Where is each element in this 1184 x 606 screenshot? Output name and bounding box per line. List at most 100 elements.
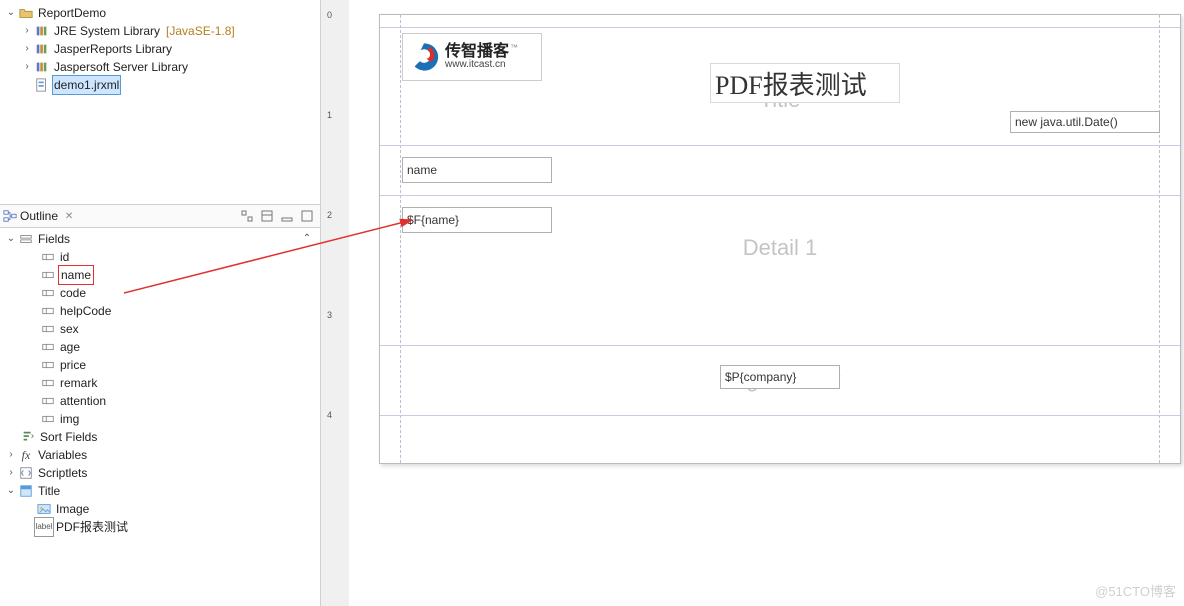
report-file[interactable]: demo1.jrxml	[0, 76, 320, 94]
jrxml-icon	[34, 77, 50, 93]
field-name[interactable]: name	[0, 266, 320, 284]
sort-icon	[20, 429, 36, 445]
scriptlets-label: Scriptlets	[36, 464, 89, 482]
title-band[interactable]: Title 传智播客 ™ www.itcast.cn	[400, 27, 1160, 145]
image-icon	[36, 501, 52, 517]
vertical-ruler: 0 1 2 3 4	[321, 0, 350, 606]
title-band-label: Title	[36, 482, 62, 500]
title-label-node[interactable]: label PDF报表测试	[0, 518, 320, 536]
library-icon	[34, 23, 50, 39]
field-helpCode[interactable]: helpCode	[0, 302, 320, 320]
page-footer-band[interactable]: Page Footer $P{company}	[400, 351, 1160, 411]
logo-en-text: www.itcast.cn	[445, 60, 518, 70]
jre-library[interactable]: › JRE System Library [JavaSE-1.8]	[0, 22, 320, 40]
fields-label: Fields	[36, 230, 72, 248]
report-designer: 0 1 2 3 4 Title	[321, 0, 1184, 606]
design-canvas[interactable]: Title 传智播客 ™ www.itcast.cn	[349, 0, 1184, 606]
header-cell-name[interactable]: name	[402, 157, 552, 183]
variables-node[interactable]: › fx Variables	[0, 446, 320, 464]
scriptlets-node[interactable]: › Scriptlets	[0, 464, 320, 482]
jre-extra: [JavaSE-1.8]	[166, 22, 235, 40]
expand-icon[interactable]: ›	[20, 22, 34, 40]
expand-icon[interactable]: ›	[4, 446, 18, 464]
field-label: img	[58, 410, 81, 428]
report-page[interactable]: Title 传智播客 ™ www.itcast.cn	[379, 14, 1181, 464]
fields-node[interactable]: ⌄ Fields ⌃	[0, 230, 320, 248]
field-img[interactable]: img	[0, 410, 320, 428]
report-title-text[interactable]: PDF报表测试	[710, 63, 900, 103]
trademark-icon: ™	[510, 44, 518, 52]
outline-header: Outline ✕	[0, 204, 320, 228]
jre-label: JRE System Library	[52, 22, 162, 40]
maximize-icon[interactable]	[298, 207, 316, 225]
watermark-text: @51CTO博客	[1095, 581, 1176, 600]
outline-title: Outline	[20, 209, 58, 223]
outline-tree[interactable]: ⌄ Fields ⌃ idnamecodehelpCodesexageprice…	[0, 228, 320, 606]
server-lib-label: Jaspersoft Server Library	[52, 58, 190, 76]
field-icon	[40, 285, 56, 301]
sort-fields-node[interactable]: Sort Fields	[0, 428, 320, 446]
variables-icon: fx	[18, 447, 34, 463]
field-price[interactable]: price	[0, 356, 320, 374]
field-icon	[40, 267, 56, 283]
library-icon	[34, 59, 50, 75]
field-code[interactable]: code	[0, 284, 320, 302]
field-label: name	[58, 265, 94, 285]
column-header-band[interactable]: name	[400, 151, 1160, 191]
field-label: code	[58, 284, 88, 302]
expand-icon[interactable]: ⌄	[4, 230, 18, 248]
field-label: age	[58, 338, 82, 356]
field-remark[interactable]: remark	[0, 374, 320, 392]
library-icon	[34, 41, 50, 57]
expand-icon[interactable]: ›	[4, 464, 18, 482]
field-icon	[40, 303, 56, 319]
field-attention[interactable]: attention	[0, 392, 320, 410]
field-label: attention	[58, 392, 108, 410]
band-label-detail: Detail 1	[743, 235, 818, 261]
logo-swirl-icon	[407, 40, 441, 74]
fields-icon	[18, 231, 34, 247]
minimize-icon[interactable]	[278, 207, 296, 225]
project-root[interactable]: ⌄ ReportDemo	[0, 4, 320, 22]
field-label: helpCode	[58, 302, 113, 320]
logo-image[interactable]: 传智播客 ™ www.itcast.cn	[402, 33, 542, 81]
variables-label: Variables	[36, 446, 89, 464]
field-icon	[40, 393, 56, 409]
outline-icon	[2, 208, 18, 224]
jasper-library[interactable]: › JasperReports Library	[0, 40, 320, 58]
detail-band[interactable]: Detail 1 $F{name}	[400, 195, 1160, 345]
title-image-node[interactable]: Image	[0, 500, 320, 518]
project-icon	[18, 5, 34, 21]
title-label-text: PDF报表测试	[54, 518, 130, 536]
toolbar-button[interactable]	[258, 207, 276, 225]
expand-icon[interactable]: ›	[20, 58, 34, 76]
field-age[interactable]: age	[0, 338, 320, 356]
sort-fields-label: Sort Fields	[38, 428, 99, 446]
field-icon	[40, 411, 56, 427]
project-explorer[interactable]: ⌄ ReportDemo › JRE System Library [JavaS…	[0, 0, 320, 204]
field-label: price	[58, 356, 88, 374]
field-sex[interactable]: sex	[0, 320, 320, 338]
band-icon	[18, 483, 34, 499]
logo-cn-text: 传智播客	[445, 44, 509, 60]
title-image-label: Image	[54, 500, 91, 518]
field-name-expr[interactable]: $F{name}	[402, 207, 552, 233]
project-root-label: ReportDemo	[36, 4, 108, 22]
company-expression[interactable]: $P{company}	[720, 365, 840, 389]
date-expression[interactable]: new java.util.Date()	[1010, 111, 1160, 133]
field-label: sex	[58, 320, 81, 338]
scriptlets-icon	[18, 465, 34, 481]
title-band-node[interactable]: ⌄ Title	[0, 482, 320, 500]
field-icon	[40, 339, 56, 355]
close-icon[interactable]: ✕	[60, 207, 78, 225]
toolbar-button[interactable]	[238, 207, 256, 225]
field-icon	[40, 375, 56, 391]
expand-icon[interactable]: ⌄	[4, 4, 18, 22]
field-icon	[40, 249, 56, 265]
field-id[interactable]: id	[0, 248, 320, 266]
left-panel: ⌄ ReportDemo › JRE System Library [JavaS…	[0, 0, 321, 606]
expand-icon[interactable]: ›	[20, 40, 34, 58]
expand-icon[interactable]: ⌄	[4, 482, 18, 500]
collapse-icon[interactable]: ⌃	[300, 230, 314, 248]
server-library[interactable]: › Jaspersoft Server Library	[0, 58, 320, 76]
